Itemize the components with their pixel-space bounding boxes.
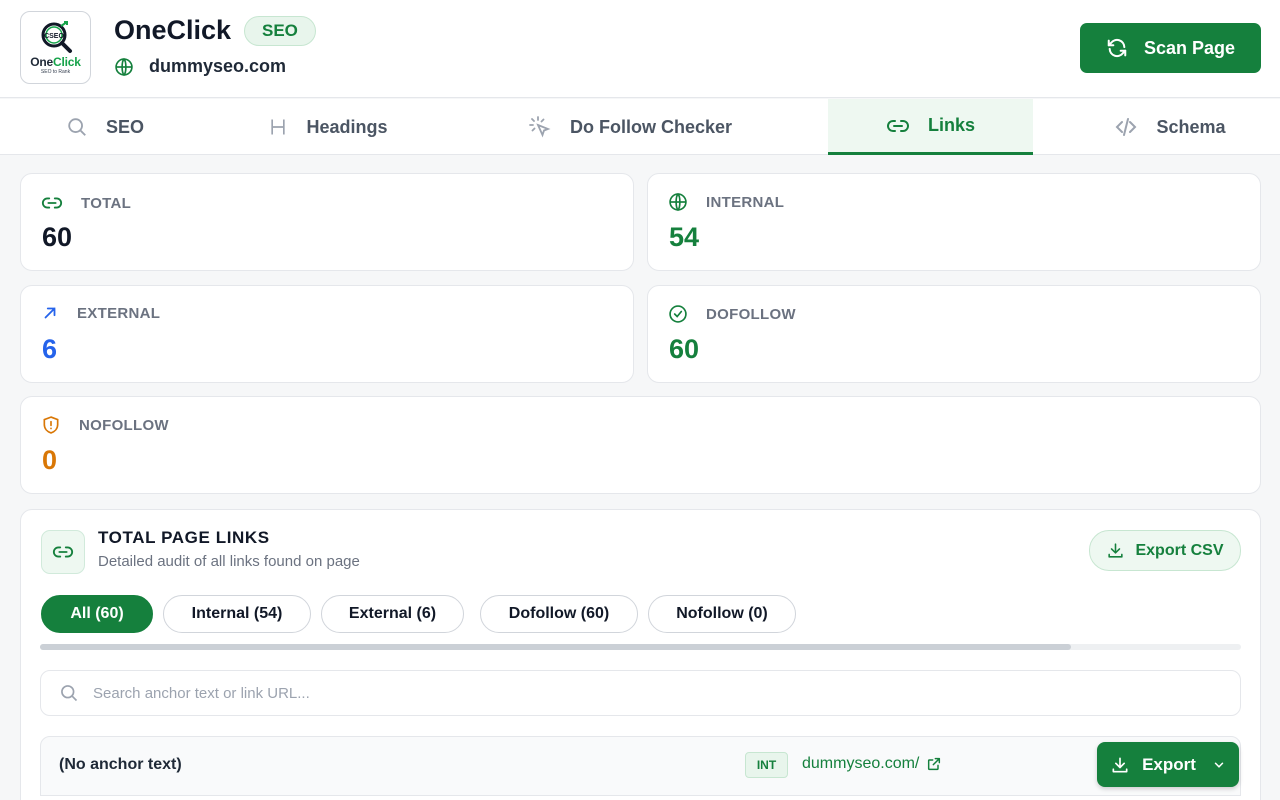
export-label: Export	[1142, 754, 1196, 774]
link-url[interactable]: dummyseo.com/	[802, 755, 942, 773]
stat-external-value: 6	[42, 334, 58, 364]
logo-mark-text: CSEO	[44, 33, 64, 40]
link-icon	[887, 119, 909, 132]
logo-wordmark: OneClick	[30, 55, 81, 69]
stat-internal-value: 54	[669, 222, 700, 252]
search-icon	[68, 118, 86, 136]
link-type-badge: INT	[745, 752, 788, 778]
domain-text: dummyseo.com	[149, 56, 287, 76]
links-section-icon-box	[41, 530, 85, 574]
domain-row: dummyseo.com	[114, 56, 286, 77]
filter-scrollbar-thumb[interactable]	[40, 644, 1071, 650]
tab-headings[interactable]: Headings	[248, 99, 408, 155]
stat-dofollow-label: DOFOLLOW	[706, 305, 796, 323]
stat-card-dofollow: DOFOLLOW 60	[647, 285, 1261, 383]
tab-seo-label: SEO	[105, 116, 144, 137]
stat-total-value: 60	[42, 222, 73, 252]
tab-schema[interactable]: Schema	[1100, 99, 1240, 155]
tab-do-follow-checker-label: Do Follow Checker	[569, 116, 733, 137]
link-search-input[interactable]	[93, 684, 1193, 702]
search-icon	[61, 685, 78, 702]
filter-dofollow[interactable]: Dofollow (60)	[480, 595, 638, 633]
shield-alert-icon	[43, 416, 59, 434]
stat-card-internal: INTERNAL 54	[647, 173, 1261, 271]
filter-nofollow[interactable]: Nofollow (0)	[648, 595, 796, 633]
seo-badge: SEO	[244, 16, 316, 46]
cursor-click-icon	[529, 116, 551, 138]
export-csv-button[interactable]: Export CSV	[1089, 530, 1241, 571]
download-icon	[1108, 543, 1124, 558]
app-logo: CSEO OneClick SEO to Rank	[20, 11, 91, 84]
link-row: (No anchor text) INT dummyseo.com/ Expor…	[40, 736, 1241, 796]
link-url-text[interactable]: dummyseo.com/	[802, 755, 919, 773]
export-csv-label: Export CSV	[1135, 541, 1224, 559]
external-link-icon[interactable]	[926, 756, 942, 772]
stat-nofollow-label: NOFOLLOW	[79, 416, 169, 434]
link-icon	[41, 197, 63, 209]
stat-total-label: TOTAL	[81, 194, 132, 212]
tab-seo[interactable]: SEO	[40, 99, 170, 155]
arrow-up-right-icon	[44, 307, 56, 319]
tab-schema-label: Schema	[1156, 116, 1226, 137]
tab-links[interactable]: Links	[828, 99, 1033, 155]
stat-card-nofollow: NOFOLLOW 0	[20, 396, 1261, 494]
filter-all[interactable]: All (60)	[41, 595, 153, 633]
links-section-title: TOTAL PAGE LINKS	[98, 528, 270, 547]
stat-nofollow-value: 0	[42, 445, 58, 475]
scan-page-button[interactable]: Scan Page	[1080, 23, 1261, 73]
logo-tagline: SEO to Rank	[40, 69, 71, 75]
filter-scrollbar[interactable]	[40, 644, 1241, 650]
stat-internal-label: INTERNAL	[706, 193, 785, 211]
app-header: CSEO OneClick SEO to Rank OneClick SEO d…	[0, 0, 1280, 98]
stat-dofollow-value: 60	[669, 334, 700, 364]
stat-external-label: EXTERNAL	[77, 304, 161, 322]
stat-card-external: EXTERNAL 6	[20, 285, 634, 383]
heading-icon	[271, 119, 286, 135]
tab-headings-label: Headings	[306, 116, 388, 137]
link-anchor-text: (No anchor text)	[59, 756, 182, 773]
links-section: TOTAL PAGE LINKS Detailed audit of all l…	[20, 509, 1261, 800]
check-circle-icon	[669, 305, 687, 323]
app-title: OneClick	[114, 15, 232, 45]
filter-external[interactable]: External (6)	[321, 595, 464, 633]
download-icon	[1112, 757, 1128, 772]
stat-card-total: TOTAL 60	[20, 173, 634, 271]
link-icon	[52, 546, 74, 558]
code-icon	[1116, 118, 1137, 136]
link-search-box[interactable]	[40, 670, 1241, 716]
logo-magnifier-icon: CSEO	[41, 21, 72, 53]
tab-links-label: Links	[927, 115, 975, 135]
chevron-down-icon	[1214, 761, 1224, 768]
globe-icon	[669, 192, 687, 212]
tab-do-follow-checker[interactable]: Do Follow Checker	[500, 99, 760, 155]
tab-bar: SEO Headings Do Follow Checker Links Sch…	[0, 99, 1280, 155]
export-dropdown-button[interactable]: Export	[1097, 742, 1239, 787]
globe-icon	[115, 57, 133, 76]
scan-page-label: Scan Page	[1143, 37, 1236, 58]
filter-internal[interactable]: Internal (54)	[163, 595, 311, 633]
refresh-icon	[1107, 38, 1127, 58]
links-section-subtitle: Detailed audit of all links found on pag…	[98, 553, 360, 570]
